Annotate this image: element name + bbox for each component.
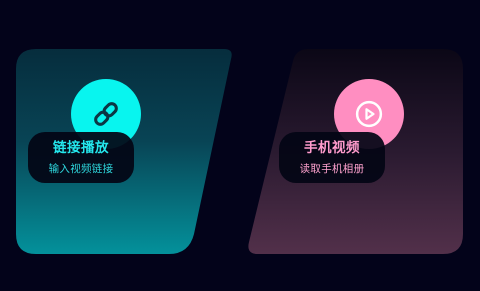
link-play-label: 链接播放 输入视频链接 [28, 132, 134, 183]
link-play-title: 链接播放 [53, 139, 109, 156]
phone-video-label: 手机视频 读取手机相册 [279, 132, 385, 183]
link-icon [94, 102, 118, 126]
link-play-subtitle: 输入视频链接 [48, 162, 114, 175]
screen: { "cards": [ { "title": "链接播放", "subtitl… [0, 0, 480, 291]
link-play-card[interactable]: 链接播放 输入视频链接 [16, 49, 234, 254]
play-circle-icon [355, 100, 383, 128]
phone-video-subtitle: 读取手机相册 [299, 162, 365, 175]
phone-video-title: 手机视频 [304, 139, 360, 156]
phone-video-card[interactable]: 手机视频 读取手机相册 [246, 49, 463, 254]
